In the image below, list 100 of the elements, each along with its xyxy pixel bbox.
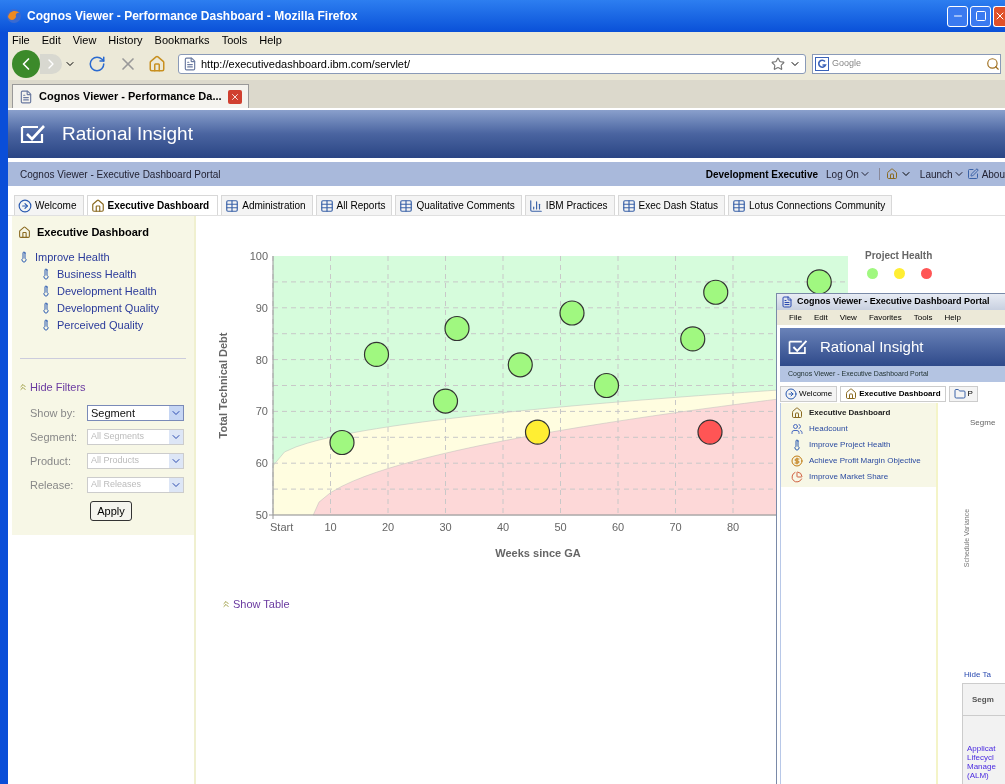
tab[interactable]: Executive Dashboard bbox=[840, 386, 946, 402]
sidebar-item[interactable]: Executive Dashboard bbox=[781, 407, 936, 419]
bubble[interactable] bbox=[444, 315, 470, 342]
sidebar-item[interactable]: Development Quality bbox=[18, 299, 188, 317]
bubble[interactable] bbox=[507, 352, 533, 378]
tab[interactable]: Executive Dashboard bbox=[86, 195, 219, 215]
sidebar-item[interactable]: Headcount bbox=[781, 423, 936, 435]
bar-chart-icon bbox=[528, 198, 543, 213]
y-tick-label: 80 bbox=[255, 353, 268, 366]
y-tick-label: 50 bbox=[255, 509, 268, 521]
hide-filters-link[interactable]: Hide Filters bbox=[18, 378, 86, 395]
url-text: http://executivedashboard.ibm.com/servlet/ bbox=[201, 56, 412, 72]
bubble[interactable] bbox=[329, 429, 355, 456]
menu-item[interactable]: Bookmarks bbox=[154, 31, 210, 49]
tab[interactable]: Welcome bbox=[780, 386, 838, 402]
bubble[interactable] bbox=[697, 419, 723, 445]
bubble[interactable] bbox=[680, 326, 706, 352]
table-icon bbox=[732, 198, 747, 213]
sidebar-title: Executive Dashboard bbox=[37, 225, 149, 240]
edit-icon[interactable] bbox=[966, 168, 979, 180]
home-icon[interactable] bbox=[148, 55, 166, 73]
y-tick-label: 70 bbox=[255, 405, 268, 418]
home-menu[interactable] bbox=[878, 168, 912, 180]
show-table-link[interactable]: Show Table bbox=[221, 596, 290, 613]
hide-table-link[interactable]: Hide Ta bbox=[964, 669, 991, 681]
menu-item[interactable]: Edit bbox=[41, 31, 61, 49]
sidebar-item[interactable]: Development Health bbox=[18, 282, 188, 300]
sidebar-item[interactable]: Improve Project Health bbox=[781, 439, 936, 451]
sidebar-item[interactable]: Perceived Quality bbox=[18, 316, 188, 334]
address-field[interactable]: http://executivedashboard.ibm.com/servlet/ bbox=[178, 54, 806, 74]
about-link[interactable]: Abou bbox=[981, 166, 1005, 182]
coin-icon bbox=[791, 455, 803, 467]
column-header: Segm bbox=[963, 684, 1005, 716]
x-axis-title: Weeks since GA bbox=[495, 547, 581, 559]
arrow-circle-icon bbox=[18, 198, 32, 213]
maximize-button[interactable] bbox=[970, 5, 991, 27]
x-tick-label: 70 bbox=[669, 521, 682, 533]
bubble[interactable] bbox=[559, 300, 585, 326]
sidebar-item[interactable]: Improve Health bbox=[18, 248, 188, 266]
bubble[interactable] bbox=[806, 269, 832, 295]
tab[interactable]: Administration bbox=[221, 195, 313, 215]
menu-item[interactable]: Help bbox=[259, 31, 282, 49]
tab[interactable]: P bbox=[948, 386, 978, 402]
menu-item[interactable]: Tools bbox=[221, 31, 248, 49]
home-icon bbox=[845, 388, 858, 400]
table-cell[interactable]: Applicat Lifecycl Manage (ALM) bbox=[963, 716, 1005, 784]
apply-button[interactable]: Apply bbox=[90, 501, 132, 521]
bubble[interactable] bbox=[703, 279, 729, 305]
x-tick-label: 10 bbox=[324, 521, 337, 533]
sidebar-item[interactable]: Business Health bbox=[18, 265, 188, 283]
home-icon bbox=[885, 168, 898, 180]
menu-item[interactable]: Edit bbox=[813, 311, 828, 324]
launch-menu[interactable]: Launch bbox=[919, 166, 965, 182]
pie-chart-icon bbox=[791, 471, 803, 483]
home-icon bbox=[90, 198, 105, 213]
x-tick-label: Start bbox=[270, 521, 294, 533]
bubble[interactable] bbox=[432, 388, 459, 414]
thermometer-icon bbox=[18, 251, 30, 263]
back-button[interactable] bbox=[12, 50, 40, 78]
tab[interactable]: Lotus Connections Community bbox=[728, 195, 893, 215]
page-icon bbox=[781, 296, 793, 308]
menu-item[interactable]: View bbox=[72, 31, 97, 49]
menu-item[interactable]: File bbox=[789, 311, 802, 324]
tab[interactable]: Exec Dash Status bbox=[617, 195, 726, 215]
menu-item[interactable]: View bbox=[839, 311, 857, 324]
bubble[interactable] bbox=[524, 419, 551, 445]
sidebar-item[interactable]: Achieve Profit Margin Objective bbox=[781, 455, 936, 467]
bubble[interactable] bbox=[593, 372, 620, 399]
sidebar-item[interactable]: Improve Market Share bbox=[781, 471, 936, 483]
search-engine-icon bbox=[815, 57, 829, 71]
menu-item[interactable]: Help bbox=[944, 311, 961, 324]
tab[interactable]: All Reports bbox=[315, 195, 393, 215]
user-name: Development Executive bbox=[705, 167, 818, 182]
minimize-button[interactable] bbox=[947, 5, 968, 27]
checkmark-logo-icon bbox=[788, 339, 808, 355]
bubble[interactable] bbox=[363, 341, 390, 368]
log-on-menu[interactable]: Log On bbox=[826, 166, 871, 182]
tab[interactable]: Qualitative Comments bbox=[395, 195, 522, 215]
table-icon bbox=[621, 198, 636, 213]
bookmark-star-icon[interactable] bbox=[771, 57, 785, 71]
menu-item[interactable]: File bbox=[12, 31, 30, 49]
close-icon bbox=[994, 10, 1005, 22]
menu-item[interactable]: History bbox=[108, 31, 143, 49]
search-icon[interactable] bbox=[986, 57, 1000, 71]
popup-title: Cognos Viewer - Executive Dashboard Portal bbox=[797, 295, 990, 309]
menu-item[interactable]: Tools bbox=[913, 311, 933, 324]
thermometer-icon bbox=[40, 302, 52, 314]
x-tick-label: 40 bbox=[496, 521, 510, 533]
y-tick-label: 90 bbox=[255, 301, 268, 314]
browser-tab[interactable]: Cognos Viewer - Performance Da... bbox=[12, 84, 249, 108]
tab[interactable]: IBM Practices bbox=[524, 195, 615, 215]
filter-dropdown[interactable]: Segment bbox=[87, 405, 184, 421]
tab[interactable]: Welcome bbox=[14, 195, 84, 215]
search-field[interactable]: Google bbox=[812, 54, 1001, 74]
close-tab-button[interactable] bbox=[227, 89, 242, 104]
home-icon bbox=[18, 225, 31, 239]
close-button[interactable] bbox=[993, 5, 1005, 27]
search-input[interactable]: Google bbox=[832, 57, 983, 71]
reload-icon[interactable] bbox=[88, 55, 106, 73]
menu-item[interactable]: Favorites bbox=[868, 311, 902, 324]
